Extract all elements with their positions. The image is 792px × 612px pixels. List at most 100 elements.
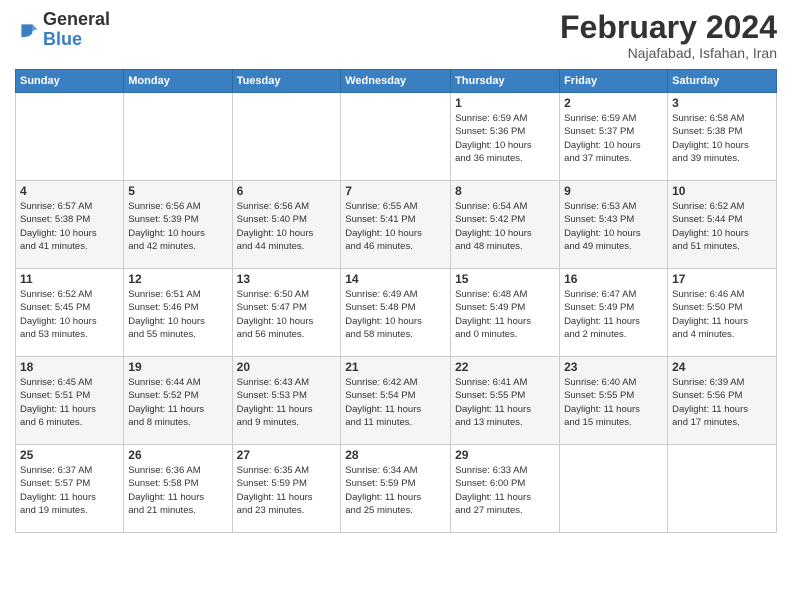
day-number: 23 [564, 360, 663, 374]
day-number: 15 [455, 272, 555, 286]
calendar-week-row: 11 Sunrise: 6:52 AM Sunset: 5:45 PM Dayli… [16, 269, 777, 357]
day-info: Sunrise: 6:39 AM Sunset: 5:56 PM Dayligh… [672, 376, 772, 429]
day-info: Sunrise: 6:48 AM Sunset: 5:49 PM Dayligh… [455, 288, 555, 341]
calendar-cell: 16 Sunrise: 6:47 AM Sunset: 5:49 PM Dayli… [560, 269, 668, 357]
day-number: 2 [564, 96, 663, 110]
day-number: 5 [128, 184, 227, 198]
day-info: Sunrise: 6:47 AM Sunset: 5:49 PM Dayligh… [564, 288, 663, 341]
day-info: Sunrise: 6:46 AM Sunset: 5:50 PM Dayligh… [672, 288, 772, 341]
day-number: 14 [345, 272, 446, 286]
calendar-week-row: 25 Sunrise: 6:37 AM Sunset: 5:57 PM Dayli… [16, 445, 777, 533]
day-info: Sunrise: 6:41 AM Sunset: 5:55 PM Dayligh… [455, 376, 555, 429]
calendar-cell: 5 Sunrise: 6:56 AM Sunset: 5:39 PM Daylig… [124, 181, 232, 269]
weekday-header: Thursday [451, 70, 560, 93]
calendar-cell: 20Sunrise: 6:43 AM Sunset: 5:53 PM Dayli… [232, 357, 341, 445]
calendar-cell: 9Sunrise: 6:53 AM Sunset: 5:43 PM Daylig… [560, 181, 668, 269]
calendar-cell: 15 Sunrise: 6:48 AM Sunset: 5:49 PM Dayli… [451, 269, 560, 357]
header: General Blue February 2024 Najafabad, Is… [15, 10, 777, 61]
weekday-header: Sunday [16, 70, 124, 93]
calendar-header-row: SundayMondayTuesdayWednesdayThursdayFrid… [16, 70, 777, 93]
weekday-header: Monday [124, 70, 232, 93]
day-info: Sunrise: 6:52 AM Sunset: 5:44 PM Dayligh… [672, 200, 772, 253]
day-info: Sunrise: 6:52 AM Sunset: 5:45 PM Dayligh… [20, 288, 119, 341]
calendar-cell: 25 Sunrise: 6:37 AM Sunset: 5:57 PM Dayli… [16, 445, 124, 533]
day-number: 18 [20, 360, 119, 374]
day-number: 13 [237, 272, 337, 286]
day-number: 21 [345, 360, 446, 374]
calendar-cell [232, 93, 341, 181]
weekday-header: Tuesday [232, 70, 341, 93]
calendar: SundayMondayTuesdayWednesdayThursdayFrid… [15, 69, 777, 533]
calendar-cell: 12 Sunrise: 6:51 AM Sunset: 5:46 PM Dayli… [124, 269, 232, 357]
calendar-cell: 21 Sunrise: 6:42 AM Sunset: 5:54 PM Dayli… [341, 357, 451, 445]
day-number: 12 [128, 272, 227, 286]
calendar-cell: 13 Sunrise: 6:50 AM Sunset: 5:47 PM Dayli… [232, 269, 341, 357]
day-info: Sunrise: 6:50 AM Sunset: 5:47 PM Dayligh… [237, 288, 337, 341]
logo: General Blue [15, 10, 110, 50]
calendar-cell: 3 Sunrise: 6:58 AM Sunset: 5:38 PM Daylig… [668, 93, 777, 181]
title-section: February 2024 Najafabad, Isfahan, Iran [560, 10, 777, 61]
calendar-cell: 19Sunrise: 6:44 AM Sunset: 5:52 PM Dayli… [124, 357, 232, 445]
day-info: Sunrise: 6:54 AM Sunset: 5:42 PM Dayligh… [455, 200, 555, 253]
day-info: Sunrise: 6:49 AM Sunset: 5:48 PM Dayligh… [345, 288, 446, 341]
day-info: Sunrise: 6:56 AM Sunset: 5:39 PM Dayligh… [128, 200, 227, 253]
calendar-cell: 11 Sunrise: 6:52 AM Sunset: 5:45 PM Dayli… [16, 269, 124, 357]
calendar-cell [668, 445, 777, 533]
calendar-cell: 1 Sunrise: 6:59 AM Sunset: 5:36 PM Daylig… [451, 93, 560, 181]
day-info: Sunrise: 6:56 AM Sunset: 5:40 PM Dayligh… [237, 200, 337, 253]
page: General Blue February 2024 Najafabad, Is… [0, 0, 792, 612]
calendar-cell: 14 Sunrise: 6:49 AM Sunset: 5:48 PM Dayli… [341, 269, 451, 357]
day-number: 16 [564, 272, 663, 286]
logo-blue: Blue [43, 29, 82, 49]
month-title: February 2024 [560, 10, 777, 45]
day-info: Sunrise: 6:33 AM Sunset: 6:00 PM Dayligh… [455, 464, 555, 517]
day-info: Sunrise: 6:57 AM Sunset: 5:38 PM Dayligh… [20, 200, 119, 253]
calendar-week-row: 4 Sunrise: 6:57 AM Sunset: 5:38 PM Daylig… [16, 181, 777, 269]
calendar-cell: 29Sunrise: 6:33 AM Sunset: 6:00 PM Dayli… [451, 445, 560, 533]
calendar-cell: 2 Sunrise: 6:59 AM Sunset: 5:37 PM Daylig… [560, 93, 668, 181]
logo-icon [15, 18, 39, 42]
calendar-cell: 6 Sunrise: 6:56 AM Sunset: 5:40 PM Daylig… [232, 181, 341, 269]
day-number: 4 [20, 184, 119, 198]
day-number: 6 [237, 184, 337, 198]
day-number: 22 [455, 360, 555, 374]
day-info: Sunrise: 6:35 AM Sunset: 5:59 PM Dayligh… [237, 464, 337, 517]
weekday-header: Friday [560, 70, 668, 93]
day-number: 24 [672, 360, 772, 374]
day-number: 9 [564, 184, 663, 198]
day-info: Sunrise: 6:43 AM Sunset: 5:53 PM Dayligh… [237, 376, 337, 429]
calendar-cell: 26Sunrise: 6:36 AM Sunset: 5:58 PM Dayli… [124, 445, 232, 533]
day-info: Sunrise: 6:36 AM Sunset: 5:58 PM Dayligh… [128, 464, 227, 517]
logo-text: General Blue [43, 10, 110, 50]
calendar-cell: 24 Sunrise: 6:39 AM Sunset: 5:56 PM Dayli… [668, 357, 777, 445]
day-info: Sunrise: 6:58 AM Sunset: 5:38 PM Dayligh… [672, 112, 772, 165]
day-number: 27 [237, 448, 337, 462]
day-info: Sunrise: 6:34 AM Sunset: 5:59 PM Dayligh… [345, 464, 446, 517]
day-info: Sunrise: 6:59 AM Sunset: 5:36 PM Dayligh… [455, 112, 555, 165]
day-number: 17 [672, 272, 772, 286]
day-info: Sunrise: 6:55 AM Sunset: 5:41 PM Dayligh… [345, 200, 446, 253]
day-number: 3 [672, 96, 772, 110]
day-info: Sunrise: 6:45 AM Sunset: 5:51 PM Dayligh… [20, 376, 119, 429]
logo-general: General [43, 9, 110, 29]
location: Najafabad, Isfahan, Iran [560, 45, 777, 61]
day-number: 1 [455, 96, 555, 110]
day-number: 11 [20, 272, 119, 286]
calendar-cell: 22 Sunrise: 6:41 AM Sunset: 5:55 PM Dayli… [451, 357, 560, 445]
weekday-header: Saturday [668, 70, 777, 93]
day-info: Sunrise: 6:42 AM Sunset: 5:54 PM Dayligh… [345, 376, 446, 429]
calendar-cell [560, 445, 668, 533]
day-number: 25 [20, 448, 119, 462]
calendar-cell: 18 Sunrise: 6:45 AM Sunset: 5:51 PM Dayli… [16, 357, 124, 445]
calendar-cell: 17 Sunrise: 6:46 AM Sunset: 5:50 PM Dayli… [668, 269, 777, 357]
day-info: Sunrise: 6:59 AM Sunset: 5:37 PM Dayligh… [564, 112, 663, 165]
calendar-cell [124, 93, 232, 181]
day-number: 8 [455, 184, 555, 198]
calendar-cell: 8 Sunrise: 6:54 AM Sunset: 5:42 PM Daylig… [451, 181, 560, 269]
calendar-cell: 28Sunrise: 6:34 AM Sunset: 5:59 PM Dayli… [341, 445, 451, 533]
day-info: Sunrise: 6:40 AM Sunset: 5:55 PM Dayligh… [564, 376, 663, 429]
day-info: Sunrise: 6:51 AM Sunset: 5:46 PM Dayligh… [128, 288, 227, 341]
calendar-week-row: 1 Sunrise: 6:59 AM Sunset: 5:36 PM Daylig… [16, 93, 777, 181]
calendar-cell [16, 93, 124, 181]
day-info: Sunrise: 6:37 AM Sunset: 5:57 PM Dayligh… [20, 464, 119, 517]
